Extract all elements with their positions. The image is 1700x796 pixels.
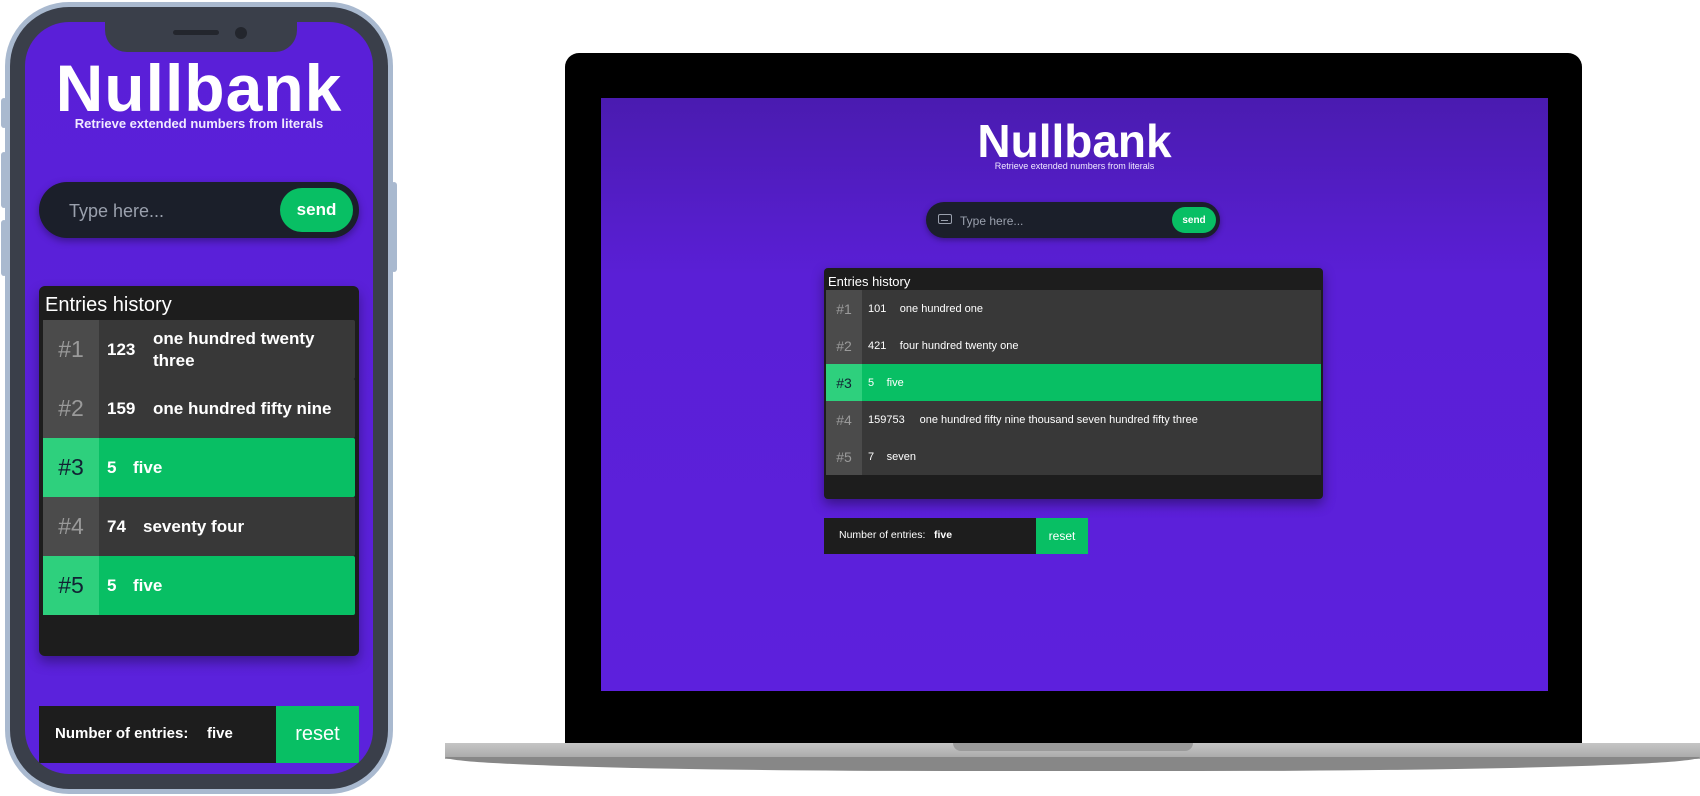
phone-side-button xyxy=(1,98,7,128)
history-entry-row: #3 5 five xyxy=(826,364,1321,401)
entry-index: #3 xyxy=(826,364,862,401)
app-subtitle: Retrieve extended numbers from literals xyxy=(74,116,324,131)
mobile-app-screen: Nullbank Retrieve extended numbers from … xyxy=(25,22,373,774)
history-entry-row: #1 101 one hundred one xyxy=(826,290,1321,327)
entry-index: #5 xyxy=(826,438,862,475)
phone-notch xyxy=(105,22,297,52)
search-bar: send xyxy=(39,182,359,238)
entry-number: 123 xyxy=(107,339,136,359)
search-bar: send xyxy=(926,202,1220,238)
entries-count-label: Number of entries: xyxy=(55,725,189,742)
entry-number: 74 xyxy=(107,516,126,536)
entries-count-value: five xyxy=(934,529,953,541)
entry-index: #5 xyxy=(43,556,99,615)
entry-words: seven xyxy=(886,450,916,463)
speaker-icon xyxy=(173,30,219,35)
send-button[interactable]: send xyxy=(1172,207,1216,233)
history-entry-row: #3 5 five xyxy=(43,438,355,497)
entry-number: 5 xyxy=(107,575,117,595)
entry-number: 421 xyxy=(868,339,887,352)
laptop-hinge-notch xyxy=(953,743,1193,751)
entry-words: one hundred fifty nine thousand seven hu… xyxy=(919,413,1198,426)
app-title: Nullbank xyxy=(55,51,343,125)
entry-words: seventy four xyxy=(143,516,245,536)
history-title: Entries history xyxy=(828,274,911,289)
entry-words: one hundred one xyxy=(899,302,983,315)
entry-index: #1 xyxy=(43,320,99,379)
entry-words: five xyxy=(133,457,163,477)
entries-count-label: Number of entries: xyxy=(839,529,926,541)
entry-index: #3 xyxy=(43,438,99,497)
entry-index: #2 xyxy=(43,379,99,438)
entry-words: four hundred twenty one xyxy=(899,339,1019,352)
entries-counter-bar: Number of entries: five reset xyxy=(824,518,1088,554)
send-button[interactable]: send xyxy=(280,188,353,232)
entry-words: five xyxy=(886,376,904,389)
entry-index: #2 xyxy=(826,327,862,364)
entry-words: one hundred twenty three xyxy=(153,328,315,370)
laptop-base-shadow xyxy=(445,757,1700,771)
phone-side-button xyxy=(1,220,7,276)
search-input[interactable] xyxy=(67,196,261,226)
laptop-mockup: Nullbank Retrieve extended numbers from … xyxy=(565,53,1582,743)
entry-words: five xyxy=(133,575,163,595)
history-entry-row: #5 7 seven xyxy=(826,438,1321,475)
entries-count-value: five xyxy=(207,725,233,742)
reset-button[interactable]: reset xyxy=(276,706,359,763)
entry-number: 159753 xyxy=(868,413,905,426)
phone-side-button xyxy=(391,182,397,272)
history-entry-row: #2 421 four hundred twenty one xyxy=(826,327,1321,364)
entries-history-panel: Entries history #1 101 one hundred one #2 42… xyxy=(824,268,1323,499)
history-entry-row: #4 74 seventy four xyxy=(43,497,355,556)
entry-index: #1 xyxy=(826,290,862,327)
entry-words: one hundred fifty nine xyxy=(153,398,332,418)
desktop-app-screen: Nullbank Retrieve extended numbers from … xyxy=(601,98,1548,691)
entry-number: 101 xyxy=(868,302,887,315)
reset-button[interactable]: reset xyxy=(1036,518,1088,554)
entry-number: 7 xyxy=(868,450,875,463)
history-entry-row: #5 5 five xyxy=(43,556,355,615)
entry-number: 5 xyxy=(107,457,117,477)
camera-icon xyxy=(235,27,247,39)
entry-number: 5 xyxy=(868,376,875,389)
phone-side-button xyxy=(1,152,7,208)
search-input[interactable] xyxy=(958,211,1162,231)
entry-index: #4 xyxy=(43,497,99,556)
history-entry-row: #2 159 one hundred fifty nine xyxy=(43,379,355,438)
entries-counter-bar: Number of entries: five reset xyxy=(39,706,359,763)
app-title: Nullbank xyxy=(977,115,1172,167)
entries-history-panel: Entries history #1 123 one hundred twenty … xyxy=(39,286,359,656)
keyboard-icon xyxy=(938,214,952,224)
history-entry-row: #1 123 one hundred twenty three xyxy=(43,320,355,379)
entry-number: 159 xyxy=(107,398,136,418)
app-subtitle: Retrieve extended numbers from literals xyxy=(994,161,1155,171)
history-entry-row: #4 159753 one hundred fifty nine thousand … xyxy=(826,401,1321,438)
entry-index: #4 xyxy=(826,401,862,438)
phone-mockup: Nullbank Retrieve extended numbers from … xyxy=(1,2,397,794)
history-title: Entries history xyxy=(45,294,172,316)
